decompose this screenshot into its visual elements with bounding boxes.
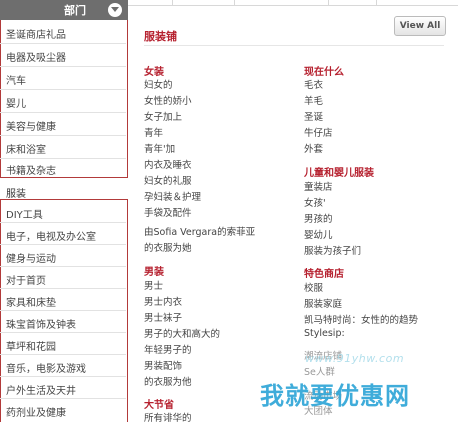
sidebar-item-selected[interactable]: 服装 — [6, 185, 26, 200]
divider — [144, 45, 444, 46]
panel-title: 服装铺 — [144, 30, 177, 43]
menu-link[interactable]: 男装配饰 — [144, 358, 182, 372]
divider — [0, 288, 126, 289]
menu-link[interactable]: 手袋及配件 — [144, 205, 192, 219]
menu-link[interactable]: 妇女的 — [144, 77, 173, 91]
menu-link[interactable]: 男士 — [144, 278, 163, 292]
menu-link[interactable]: 由Sofia Vergara的索菲亚 — [144, 224, 255, 238]
menu-link[interactable]: 所有诽华的 — [144, 410, 192, 424]
departments-sidebar: 部门 圣诞商店礼品 电器及吸尘器 汽车 婴儿 美容与健康 床和浴室 书籍及杂志 … — [0, 0, 128, 422]
top-tick — [328, 0, 329, 5]
view-all-button[interactable]: View All — [394, 16, 446, 36]
sidebar-item[interactable]: 电子，电视及办公室 — [6, 228, 96, 243]
divider — [0, 244, 126, 245]
menu-link[interactable]: 童装店 — [304, 179, 333, 193]
menu-link[interactable]: 女子加上 — [144, 109, 182, 123]
sidebar-item[interactable]: 电器及吸尘器 — [6, 49, 66, 64]
sidebar-item[interactable]: 圣诞商店礼品 — [6, 26, 66, 41]
divider — [0, 112, 126, 113]
menu-link[interactable]: 圣诞 — [304, 109, 323, 123]
sidebar-item[interactable]: DIY工具 — [6, 206, 43, 221]
menu-link[interactable]: 男士内衣 — [144, 294, 182, 308]
menu-link[interactable]: 校服 — [304, 280, 323, 294]
sidebar-item[interactable]: 汽车 — [6, 72, 26, 87]
section-title-big-savings[interactable]: 大节省 — [144, 396, 174, 411]
sidebar-item[interactable]: 书籍及杂志 — [6, 162, 56, 177]
menu-link[interactable]: 羊毛 — [304, 93, 323, 107]
menu-link[interactable]: 青年'加 — [144, 141, 175, 155]
divider — [0, 398, 126, 399]
menu-link[interactable]: 年轻男子的 — [144, 342, 192, 356]
menu-link[interactable]: 孕妇装＆护理 — [144, 189, 201, 203]
section-title-whats-now[interactable]: 现在什么 — [304, 63, 344, 78]
divider — [0, 66, 126, 67]
menu-link[interactable]: 婴幼儿 — [304, 227, 333, 241]
menu-link[interactable]: 牛仔店 — [304, 125, 333, 139]
menu-link[interactable]: 女孩' — [304, 195, 326, 209]
section-title-mens[interactable]: 男装 — [144, 263, 164, 278]
menu-link[interactable]: 的衣服为他 — [144, 374, 192, 388]
divider — [0, 135, 126, 136]
divider — [0, 158, 126, 159]
menu-link[interactable]: 外套 — [304, 141, 323, 155]
menu-link[interactable]: 凯马特时尚：女性的的趋势 — [304, 312, 418, 326]
menu-link[interactable]: 服装为孩子们 — [304, 243, 361, 257]
top-tick — [234, 0, 235, 5]
watermark-logo-text: 我就要优惠网 — [260, 382, 410, 410]
divider — [0, 89, 126, 90]
sidebar-item[interactable]: 健身与运动 — [6, 250, 56, 265]
sidebar-item[interactable]: 美容与健康 — [6, 118, 56, 133]
sidebar-item[interactable]: 家具和床垫 — [6, 294, 56, 309]
top-tick — [376, 0, 377, 5]
menu-link[interactable]: 女性的娇小 — [144, 93, 192, 107]
divider — [0, 310, 126, 311]
sidebar-item[interactable]: 对于首页 — [6, 272, 46, 287]
sidebar-item[interactable]: 户外生活及天井 — [6, 382, 76, 397]
top-divider — [128, 0, 458, 6]
divider — [0, 354, 126, 355]
divider — [0, 266, 126, 267]
sidebar-item[interactable]: 草坪和花园 — [6, 338, 56, 353]
menu-link[interactable]: 内衣及睡衣 — [144, 157, 192, 171]
divider — [0, 332, 126, 333]
sidebar-item[interactable]: 珠宝首饰及钟表 — [6, 316, 76, 331]
watermark-url: www.91yhw.com — [305, 352, 405, 365]
divider — [0, 376, 126, 377]
sidebar-item[interactable]: 婴儿 — [6, 95, 26, 110]
menu-link[interactable]: Stylesip: — [304, 328, 345, 339]
divider — [0, 222, 126, 223]
chevron-down-icon[interactable] — [108, 3, 122, 17]
section-title-womens[interactable]: 女装 — [144, 63, 164, 78]
departments-header[interactable]: 部门 — [0, 0, 128, 20]
departments-header-label: 部门 — [64, 4, 86, 17]
sidebar-item[interactable]: 音乐，电影及游戏 — [6, 360, 86, 375]
menu-link[interactable]: 青年 — [144, 125, 163, 139]
menu-link[interactable]: 妇女的礼服 — [144, 173, 192, 187]
menu-link[interactable]: 男孩的 — [304, 211, 333, 225]
sidebar-item[interactable]: 床和浴室 — [6, 141, 46, 156]
menu-link[interactable]: 男子的大和高大的 — [144, 326, 220, 340]
menu-link[interactable]: 的衣服为她 — [144, 240, 192, 254]
menu-link[interactable]: 毛衣 — [304, 77, 323, 91]
sidebar-item[interactable]: 药剂业及健康 — [6, 404, 66, 419]
top-tick — [172, 0, 173, 5]
divider — [0, 43, 126, 44]
menu-link[interactable]: 男士袜子 — [144, 310, 182, 324]
section-title-featured-shops[interactable]: 特色商店 — [304, 265, 344, 280]
section-title-kids-baby[interactable]: 儿童和婴儿服装 — [304, 164, 374, 179]
menu-link[interactable]: 服装家庭 — [304, 296, 342, 310]
